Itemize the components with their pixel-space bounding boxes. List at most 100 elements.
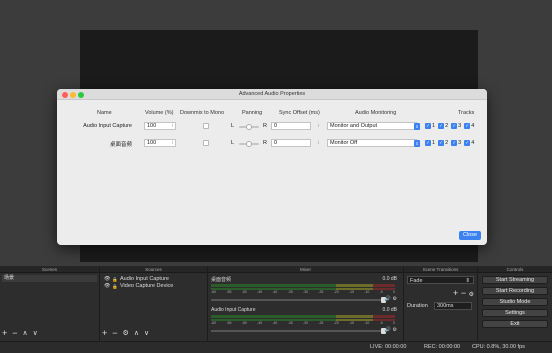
select-arrow-icon[interactable]: ⇕ [414,139,420,147]
speaker-icon[interactable]: 🔊 [385,296,391,302]
mixer-title: Mixer [208,266,403,273]
tick-label: -50 [241,321,247,325]
studio-mode-button[interactable]: Studio Mode [482,298,548,306]
gear-icon[interactable]: ⚙ [469,292,474,298]
tick-label: -35 [287,321,293,325]
monitoring-select[interactable]: Monitor and Output [327,122,417,130]
mixer-channel-name: Audio Input Capture [211,307,256,313]
tick-label: -15 [348,290,355,294]
remove-icon[interactable]: − [12,329,17,338]
downmix-checkbox[interactable] [203,123,209,129]
tick-label: -55 [226,290,232,294]
move-down-icon[interactable]: ∨ [144,329,149,338]
tick-label: -45 [256,290,263,294]
tick-label: -60 [211,321,217,325]
check-icon[interactable]: ✓ [425,122,431,129]
tick-label: -30 [302,321,309,325]
move-down-icon[interactable]: ∨ [33,329,38,338]
duration-input[interactable]: 300ms [434,302,472,310]
mixer-channel-db: 0.0 dB [382,307,397,313]
lock-icon[interactable]: 🔒 [112,283,118,290]
check-icon[interactable]: ✓ [451,139,458,146]
controls-dock: Controls Start Streaming Start Recording… [478,266,552,341]
bottom-docks: Scenes 场景 + − ∧ ∨ Sources 👁 🔒 Audio Inpu… [0,266,552,341]
pan-right-label: R [263,140,267,146]
track-label: 4 [471,122,475,129]
transitions-dock: Scene Transitions Fade ⇕ + − ⚙ Duration … [404,266,478,341]
check-icon[interactable]: ✓ [464,139,471,146]
tick-label: -45 [256,321,263,325]
gear-icon[interactable]: ⚙ [393,327,397,333]
sync-offset-input[interactable]: 0 [271,122,311,130]
dialog-titlebar: Advanced Audio Properties [57,89,487,100]
pan-right-label: R [263,123,267,129]
header-volume: Volume (%) [145,110,174,116]
pan-slider-handle[interactable] [246,141,252,147]
volume-fader[interactable] [211,328,386,334]
lock-icon[interactable]: 🔒 [112,276,118,283]
tick-label: -20 [333,290,339,294]
mixer-controls: 🔊 ⚙ [385,296,397,302]
tick-label: -5 [379,290,383,294]
track-label: 1 [432,122,436,129]
check-icon[interactable]: ✓ [425,139,431,146]
gear-icon[interactable]: ⚙ [393,296,397,302]
settings-button[interactable]: Settings [482,309,548,317]
advanced-audio-properties-dialog: Advanced Audio Properties Name Volume (%… [57,89,487,245]
volume-fader[interactable] [211,297,386,303]
start-streaming-button[interactable]: Start Streaming [482,276,548,284]
chevron-down-icon: ⇕ [465,278,470,284]
sync-offset-input[interactable]: 0 [271,139,311,147]
check-icon[interactable]: ✓ [438,139,445,146]
add-icon[interactable]: + [2,329,7,338]
meter-ticks: -60 -55 -50 -45 -40 -35 -30 -25 -20 -15 -10 -5 0 [211,321,395,325]
add-icon[interactable]: + [453,288,458,298]
volume-stepper[interactable]: ⁝ [170,122,175,130]
transition-value: Fade [410,278,423,284]
source-label: Video Capture Device [119,283,174,289]
header-panning: Panning [242,110,263,116]
check-icon[interactable]: ✓ [438,122,445,129]
transition-select[interactable]: Fade ⇕ [407,276,474,284]
header-tracks: Tracks [458,110,475,116]
source-item[interactable]: 👁 🔒 Audio Input Capture [100,276,207,283]
eye-icon[interactable]: 👁 [104,276,110,283]
dialog-title: Advanced Audio Properties [238,91,306,97]
pan-slider-handle[interactable] [246,124,252,130]
tick-label: -20 [333,321,339,325]
tick-label: -25 [318,321,324,325]
sync-stepper[interactable]: ⁝ [316,122,321,130]
scene-item[interactable]: 场景 [2,275,97,282]
duration-row: Duration 300ms [407,302,474,310]
remove-icon[interactable]: − [112,329,117,338]
pan-slider[interactable] [239,124,259,130]
move-up-icon[interactable]: ∧ [134,329,139,338]
remove-icon[interactable]: − [461,288,466,298]
eye-icon[interactable]: 👁 [104,283,110,290]
speaker-icon[interactable]: 🔊 [385,327,391,333]
monitoring-select[interactable]: Monitor Off [327,139,417,147]
start-recording-button[interactable]: Start Recording [482,287,548,295]
pan-slider[interactable] [239,141,259,147]
gear-icon[interactable]: ⚙ [123,329,129,338]
downmix-checkbox[interactable] [203,140,209,146]
volume-meter [211,315,395,318]
pan-left-label: L [231,123,235,129]
sources-dock: Sources 👁 🔒 Audio Input Capture 👁 🔒 Vide… [100,266,208,341]
volume-stepper[interactable]: ⁝ [170,139,175,147]
sources-title: Sources [100,266,207,273]
close-button[interactable]: Close [459,231,481,240]
tick-label: 0 [393,290,395,294]
source-item[interactable]: 👁 🔒 Video Capture Device [100,283,207,290]
sync-stepper[interactable]: ⁝ [316,139,321,147]
check-icon[interactable]: ✓ [451,122,458,129]
mixer-dock: Mixer 桌面音频 0.0 dB -60 -55 -50 -45 -40 -35 -30-… [208,266,404,341]
exit-button[interactable]: Exit [482,320,548,328]
add-icon[interactable]: + [102,329,107,338]
tracks-group: ✓ 1 ✓ 2 ✓ 3 ✓ 4 [425,122,476,129]
move-up-icon[interactable]: ∧ [23,329,28,338]
check-icon[interactable]: ✓ [464,122,471,129]
select-arrow-icon[interactable]: ⇕ [414,122,420,130]
tracks-group: ✓ 1 ✓ 2 ✓ 3 ✓ 4 [425,139,476,146]
transition-buttons: + − ⚙ [407,288,474,299]
